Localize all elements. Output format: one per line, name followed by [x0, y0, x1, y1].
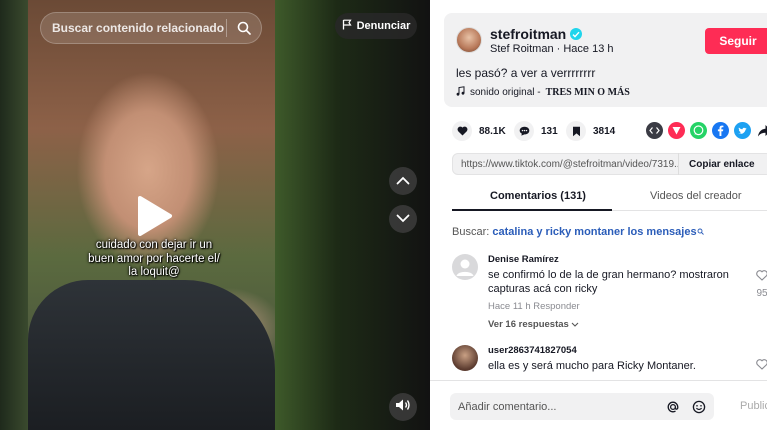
tab-comments[interactable]: Comentarios (131) [490, 190, 586, 202]
comment-like-count: 95 [756, 288, 767, 299]
facebook-icon[interactable] [712, 122, 729, 139]
next-video-button[interactable] [389, 205, 417, 233]
video-player[interactable]: Buscar contenido relacionado Denunciar c… [0, 0, 430, 430]
avatar[interactable] [456, 27, 482, 53]
heart-icon [452, 121, 472, 141]
video-caption: cuidado con dejar ir un buen amor por ha… [88, 239, 220, 278]
comment-like-button[interactable]: 95 [756, 268, 767, 299]
mention-icon[interactable] [662, 400, 684, 414]
search-icon[interactable] [227, 13, 261, 43]
related-search-label: Buscar: [452, 226, 490, 238]
comment-count: 131 [541, 125, 558, 137]
follow-button[interactable]: Seguir [705, 28, 767, 54]
music-row[interactable]: sonido original - TRES MIN O MÁS [456, 86, 630, 99]
author-subline: Stef Roitman · Hace 13 h [490, 43, 614, 55]
volume-icon [395, 398, 411, 417]
like-count: 88.1K [479, 125, 506, 137]
comment-author[interactable]: user2863741827054 [488, 345, 577, 356]
comment-author[interactable]: Denise Ramírez [488, 254, 559, 265]
related-search-query[interactable]: catalina y ricky montaner los mensajes [492, 226, 696, 238]
action-bar: 88.1K 131 3814 [452, 121, 767, 141]
comment-button[interactable]: 131 [514, 121, 558, 141]
video-hoodie-shape [28, 280, 275, 430]
save-button[interactable]: 3814 [566, 121, 615, 141]
comment-text: ella es y será mucho para Ricky Montaner… [488, 360, 696, 372]
previous-video-button[interactable] [389, 167, 417, 195]
verified-icon [570, 28, 583, 40]
related-search-bar[interactable]: Buscar contenido relacionado [40, 12, 262, 44]
like-button[interactable]: 88.1K [452, 121, 506, 141]
post-comment-button[interactable]: Publicar [740, 400, 767, 412]
music-prefix: sonido original - [470, 87, 541, 98]
comment-meta[interactable]: Hace 11 h Responder [488, 301, 580, 312]
comment-input[interactable]: Añadir comentario... [450, 393, 714, 420]
report-button[interactable]: Denunciar [335, 13, 417, 39]
share-arrow-icon[interactable] [756, 122, 767, 139]
post-description: les pasó? a ver a verrrrrrrr [456, 66, 596, 80]
search-small-icon [697, 226, 704, 238]
music-title[interactable]: TRES MIN O MÁS [546, 87, 630, 98]
username-row[interactable]: stefroitman [490, 26, 583, 42]
chevron-down-icon [571, 319, 579, 330]
heart-outline-icon [756, 268, 767, 285]
share-url[interactable]: https://www.tiktok.com/@stefroitman/vide… [453, 159, 678, 170]
detail-panel: stefroitman Stef Roitman · Hace 13 h Seg… [430, 0, 767, 430]
embed-icon[interactable] [646, 122, 663, 139]
emoji-icon[interactable] [688, 400, 710, 414]
chevron-up-icon [396, 172, 410, 190]
view-replies-button[interactable]: Ver 16 respuestas [488, 319, 579, 330]
username[interactable]: stefroitman [490, 26, 566, 42]
view-replies-label: Ver 16 respuestas [488, 319, 569, 330]
comment-input-placeholder[interactable]: Añadir comentario... [458, 401, 662, 413]
save-count: 3814 [593, 125, 616, 137]
chevron-down-icon [396, 210, 410, 228]
copy-link-button[interactable]: Copiar enlace [678, 153, 755, 175]
tab-bar: Comentarios (131) Videos del creador [452, 185, 767, 211]
video-blur-left [0, 0, 28, 430]
music-note-icon [456, 86, 465, 99]
comment-avatar[interactable] [452, 345, 478, 371]
whatsapp-icon[interactable] [690, 122, 707, 139]
related-search-suggestion[interactable]: Buscar: catalina y ricky montaner los me… [452, 226, 704, 238]
send-to-friends-icon[interactable] [668, 122, 685, 139]
comment-like-button[interactable] [756, 357, 767, 375]
bookmark-icon [566, 121, 586, 141]
active-tab-indicator [452, 209, 612, 211]
related-search-placeholder[interactable]: Buscar contenido relacionado [52, 21, 226, 35]
twitter-icon[interactable] [734, 122, 751, 139]
heart-outline-icon [756, 357, 767, 374]
comment-icon [514, 121, 534, 141]
volume-button[interactable] [389, 393, 417, 421]
report-label: Denunciar [356, 20, 411, 32]
share-url-box: https://www.tiktok.com/@stefroitman/vide… [452, 153, 767, 175]
comment-composer: Añadir comentario... Publicar [430, 380, 767, 430]
author-card: stefroitman Stef Roitman · Hace 13 h Seg… [444, 13, 767, 107]
tab-creator-videos[interactable]: Videos del creador [650, 190, 742, 202]
comment-text: se confirmó lo de la de gran hermano? mo… [488, 269, 729, 295]
comment-avatar[interactable] [452, 254, 478, 280]
flag-icon [342, 19, 352, 33]
play-icon[interactable] [134, 194, 174, 238]
